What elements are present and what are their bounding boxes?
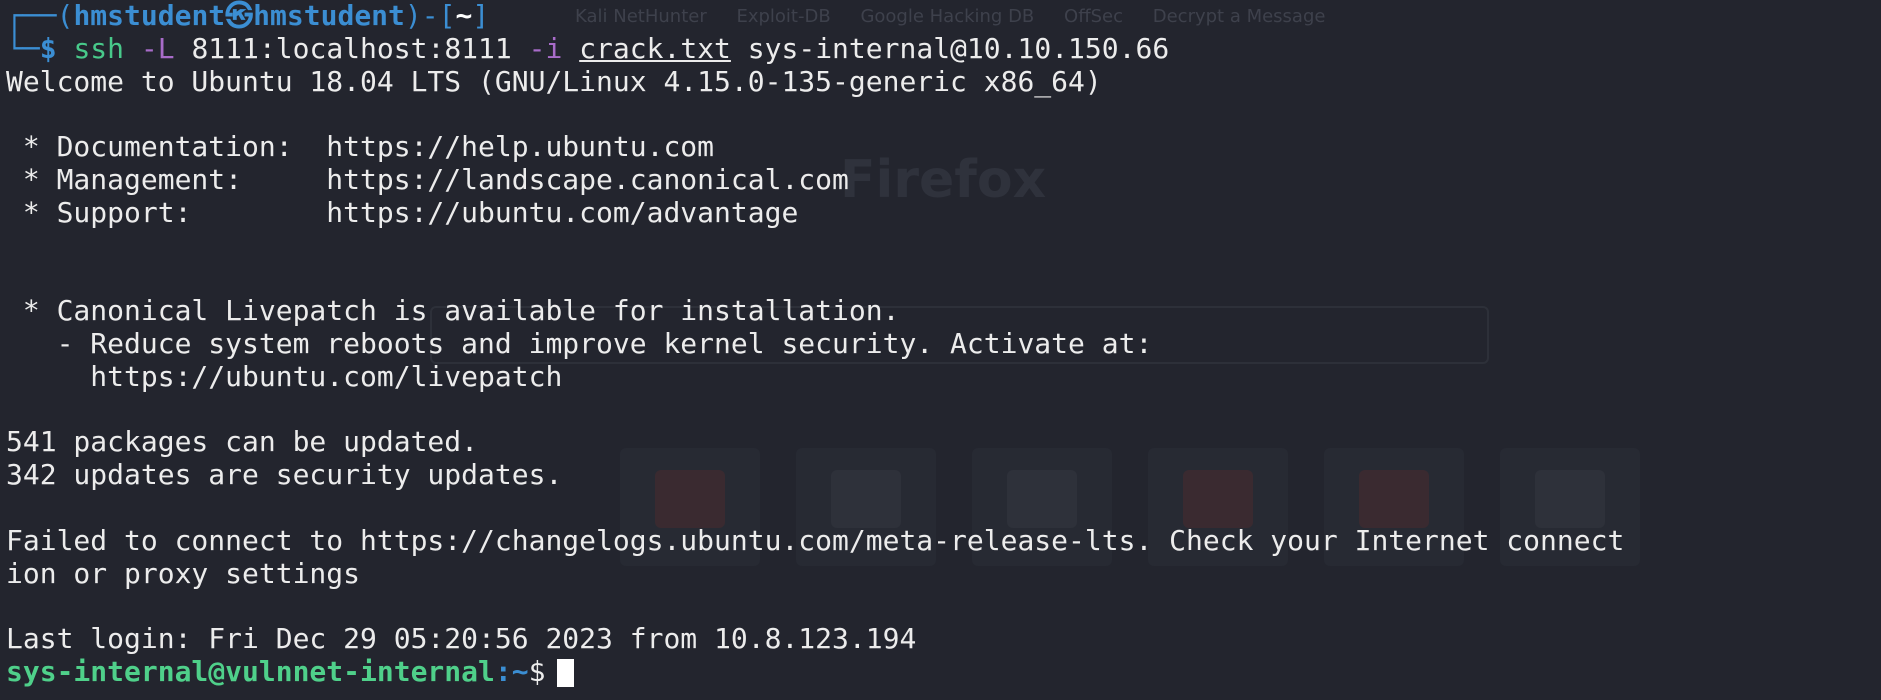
output-management: * Management: https://landscape.canonica… [6, 162, 849, 196]
command-flag-l: -L [140, 31, 175, 65]
output-failed-connect-1: Failed to connect to https://changelogs.… [6, 523, 1625, 557]
command-tunnel: 8111:localhost:8111 [191, 31, 512, 65]
prompt-close: ] [472, 0, 490, 32]
output-welcome: Welcome to Ubuntu 18.04 LTS (GNU/Linux 4… [6, 64, 1102, 98]
terminal-window[interactable]: Kali NetHunter Exploit-DB Google Hacking… [0, 0, 1881, 700]
text-cursor[interactable] [557, 658, 575, 687]
output-failed-connect-2: ion or proxy settings [6, 556, 361, 590]
remote-prompt-colon: : [494, 654, 512, 688]
remote-prompt-dollar: $ [528, 654, 546, 688]
output-security-updates: 342 updates are security updates. [6, 458, 563, 492]
output-livepatch: * Canonical Livepatch is available for i… [6, 294, 900, 328]
local-prompt-line-1: ┌──(hmstudent㉿hmstudent)-[~] [6, 0, 1881, 33]
prompt-dir: ~ [455, 0, 473, 32]
output-packages: 541 packages can be updated. [6, 425, 479, 459]
prompt-corner-top: ┌──( [6, 0, 74, 32]
command-flag-i: -i [528, 31, 563, 65]
command-program: ssh [73, 31, 125, 65]
output-livepatch-url: https://ubuntu.com/livepatch [6, 359, 563, 393]
command-keyfile[interactable]: crack.txt [579, 32, 731, 65]
remote-prompt-line[interactable]: sys-internal@vulnnet-internal:~$ [6, 654, 1881, 689]
remote-prompt-userhost: sys-internal@vulnnet-internal [6, 654, 495, 688]
command-line: └─$ ssh -L 8111:localhost:8111 -i crack.… [6, 31, 1881, 66]
output-support: * Support: https://ubuntu.com/advantage [6, 195, 799, 229]
terminal-output: ┌──(hmstudent㉿hmstudent)-[~] └─$ ssh -L … [6, 0, 1881, 689]
output-last-login: Last login: Fri Dec 29 05:20:56 2023 fro… [6, 622, 917, 656]
command-target: sys-internal@10.10.150.66 [747, 31, 1170, 65]
prompt-mid: )-[ [404, 0, 456, 32]
prompt-corner-bottom: └─ [6, 31, 40, 65]
prompt-dollar: $ [39, 31, 57, 65]
output-documentation: * Documentation: https://help.ubuntu.com [6, 130, 715, 164]
output-reduce: - Reduce system reboots and improve kern… [6, 326, 1153, 360]
remote-prompt-path: ~ [511, 654, 529, 688]
prompt-at-icon: ㉿ [225, 0, 254, 32]
prompt-host: hmstudent [253, 0, 405, 32]
prompt-user: hmstudent [73, 0, 226, 32]
